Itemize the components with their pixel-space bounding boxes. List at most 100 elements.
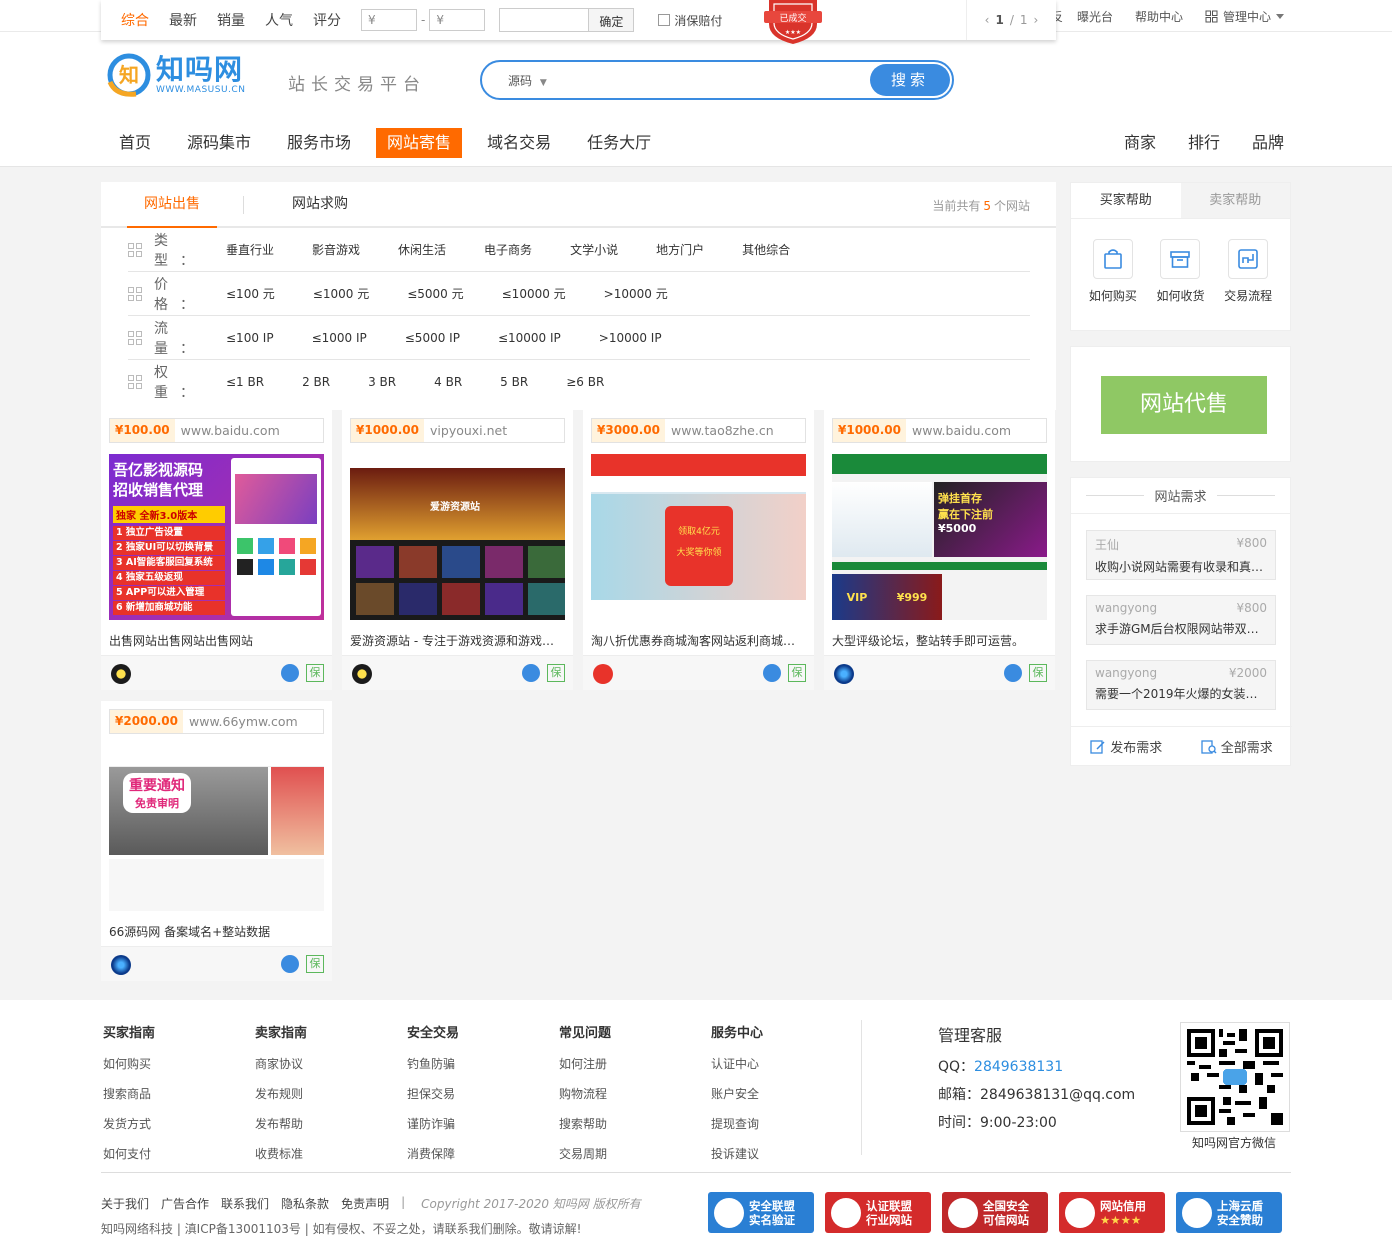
- listing-thumbnail[interactable]: 弹挂首存 赢在下注前 ¥5000 VIP ¥999: [832, 454, 1047, 620]
- filter-option[interactable]: 文学小说: [570, 241, 618, 258]
- footer-link[interactable]: 认证中心: [711, 1055, 763, 1072]
- guarantee-checkbox[interactable]: 消保赔付: [658, 12, 722, 29]
- search-input[interactable]: [562, 66, 862, 94]
- need-item[interactable]: 王仙 ¥800 收购小说网站需要有收录和真实流量: [1086, 530, 1276, 580]
- nav-ranking[interactable]: 排行: [1188, 128, 1220, 158]
- manage-center-menu[interactable]: 管理中心: [1205, 8, 1284, 25]
- footer-link[interactable]: 钓鱼防骗: [407, 1055, 459, 1072]
- filter-option[interactable]: ≤100 元: [226, 285, 275, 302]
- help-how-to-buy[interactable]: 如何购买: [1089, 239, 1137, 304]
- filter-option[interactable]: ≤10000 IP: [498, 331, 561, 345]
- footer-link[interactable]: 消费保障: [407, 1145, 459, 1162]
- sort-popularity[interactable]: 人气: [265, 10, 293, 30]
- top-link-exposure[interactable]: 曝光台: [1077, 8, 1113, 25]
- filter-option[interactable]: >10000 元: [604, 285, 668, 302]
- listing-title[interactable]: 大型评级论坛，整站转手即可运营。: [832, 632, 1047, 649]
- nav-service-market[interactable]: 服务市场: [276, 128, 362, 158]
- badge-yundun[interactable]: 上海云盾 安全赞助: [1176, 1192, 1282, 1233]
- listing-title[interactable]: 爱游资源站 - 专注于游戏资源和游戏源码: [350, 632, 565, 649]
- footer-link[interactable]: 交易周期: [559, 1145, 611, 1162]
- consign-button[interactable]: 网站代售: [1101, 376, 1267, 434]
- qq-number[interactable]: 2849638131: [974, 1059, 1063, 1075]
- footer-link[interactable]: 搜索商品: [103, 1085, 155, 1102]
- listing-title[interactable]: 66源码网 备案域名+整站数据: [109, 923, 324, 940]
- nav-site-consignment[interactable]: 网站寄售: [376, 128, 463, 158]
- filter-option[interactable]: 垂直行业: [226, 241, 274, 258]
- footer-link[interactable]: 收费标准: [255, 1145, 307, 1162]
- nav-brands[interactable]: 品牌: [1252, 128, 1284, 158]
- nav-home[interactable]: 首页: [108, 128, 162, 158]
- filter-option[interactable]: ≤1 BR: [226, 375, 264, 389]
- listing-domain[interactable]: vipyouxi.net: [430, 423, 507, 438]
- footer-link[interactable]: 发布规则: [255, 1085, 307, 1102]
- prev-page-icon[interactable]: ‹: [985, 13, 990, 27]
- seller-avatar[interactable]: [352, 664, 372, 684]
- filter-option[interactable]: 2 BR: [302, 375, 330, 389]
- footer-link[interactable]: 购物流程: [559, 1085, 611, 1102]
- confirm-button[interactable]: 确定: [589, 8, 635, 32]
- listing-card[interactable]: ¥1000.00 vipyouxi.net 爱游资源站 爱游资源站 - 专注于游戏…: [342, 410, 573, 690]
- tab-buy[interactable]: 网站求购: [292, 182, 348, 228]
- filter-option[interactable]: 3 BR: [368, 375, 396, 389]
- filter-option[interactable]: ≥6 BR: [566, 375, 604, 389]
- listing-thumbnail[interactable]: 领取4亿元 大奖等你领: [591, 454, 806, 620]
- nav-domain-trade[interactable]: 域名交易: [476, 128, 562, 158]
- help-how-to-receive[interactable]: 如何收货: [1156, 239, 1204, 304]
- listing-thumbnail[interactable]: 爱游资源站: [350, 454, 565, 620]
- sort-rating[interactable]: 评分: [313, 10, 341, 30]
- listing-domain[interactable]: www.tao8zhe.cn: [671, 423, 774, 438]
- listing-domain[interactable]: www.baidu.com: [181, 423, 280, 438]
- sort-keyword-input[interactable]: [499, 8, 590, 32]
- badge-trusted-site[interactable]: 全国安全 可信网站: [942, 1192, 1048, 1233]
- nav-task-hall[interactable]: 任务大厅: [576, 128, 662, 158]
- sort-sales[interactable]: 销量: [217, 10, 245, 30]
- footer-link[interactable]: 谨防诈骗: [407, 1115, 459, 1132]
- footer-link[interactable]: 发布帮助: [255, 1115, 307, 1132]
- listing-domain[interactable]: www.66ymw.com: [189, 714, 298, 729]
- seller-avatar[interactable]: [111, 955, 131, 975]
- tab-seller-help[interactable]: 卖家帮助: [1180, 183, 1290, 218]
- footer-link[interactable]: 提现查询: [711, 1115, 763, 1132]
- need-item[interactable]: wangyong ¥2000 需要一个2019年火爆的女装特卖网站: [1086, 660, 1276, 710]
- price-from-input[interactable]: ¥: [361, 9, 417, 31]
- tab-buyer-help[interactable]: 买家帮助: [1071, 183, 1181, 218]
- filter-option[interactable]: ≤1000 元: [313, 285, 369, 302]
- badge-safety-alliance[interactable]: 安全联盟 实名验证: [708, 1192, 814, 1233]
- footer-link[interactable]: 担保交易: [407, 1085, 459, 1102]
- listing-thumbnail[interactable]: 重要通知 免责审明: [109, 745, 324, 911]
- search-category-select[interactable]: 源码 ▼: [508, 72, 547, 89]
- filter-option[interactable]: 5 BR: [500, 375, 528, 389]
- listing-thumbnail[interactable]: 吾亿影视源码 招收销售代理 独家 全新3.0版本 1 独立广告设置 2 独家UI…: [109, 454, 324, 620]
- publish-need-button[interactable]: 发布需求: [1090, 737, 1162, 756]
- seller-avatar[interactable]: [593, 664, 613, 684]
- footer-bottom-link[interactable]: 免责声明: [341, 1195, 389, 1212]
- footer-link[interactable]: 如何购买: [103, 1055, 155, 1072]
- listing-card[interactable]: ¥2000.00 www.66ymw.com 重要通知 免责审明 66源码网 备案…: [101, 701, 332, 981]
- filter-option[interactable]: >10000 IP: [599, 331, 662, 345]
- filter-option[interactable]: ≤10000 元: [502, 285, 566, 302]
- filter-option[interactable]: 4 BR: [434, 375, 462, 389]
- footer-link[interactable]: 搜索帮助: [559, 1115, 611, 1132]
- seller-avatar[interactable]: [834, 664, 854, 684]
- top-link-help[interactable]: 帮助中心: [1135, 8, 1183, 25]
- filter-option[interactable]: 影音游戏: [312, 241, 360, 258]
- filter-option[interactable]: 地方门户: [656, 241, 704, 258]
- filter-option[interactable]: ≤1000 IP: [312, 331, 367, 345]
- nav-source-market[interactable]: 源码集市: [176, 128, 262, 158]
- all-needs-button[interactable]: 全部需求: [1201, 737, 1273, 756]
- listing-domain[interactable]: www.baidu.com: [912, 423, 1011, 438]
- badge-site-credit[interactable]: 网站信用 ★★★★: [1059, 1192, 1165, 1233]
- sort-newest[interactable]: 最新: [169, 10, 197, 30]
- listing-title[interactable]: 出售网站出售网站出售网站: [109, 632, 324, 649]
- sort-default[interactable]: 综合: [121, 10, 149, 30]
- footer-bottom-link[interactable]: 关于我们: [101, 1195, 149, 1212]
- nav-merchants[interactable]: 商家: [1124, 128, 1156, 158]
- footer-link[interactable]: 如何注册: [559, 1055, 611, 1072]
- site-logo[interactable]: 知 知吗网 WWW.MASUSU.CN: [106, 52, 245, 98]
- search-button[interactable]: 搜索: [870, 64, 950, 96]
- filter-option[interactable]: 其他综合: [742, 241, 790, 258]
- footer-link[interactable]: 投诉建议: [711, 1145, 763, 1162]
- filter-option[interactable]: 休闲生活: [398, 241, 446, 258]
- listing-card[interactable]: ¥100.00 www.baidu.com 吾亿影视源码 招收销售代理 独家 全新…: [101, 410, 332, 690]
- listing-card[interactable]: ¥1000.00 www.baidu.com 弹挂首存 赢在下注前 ¥5000 V…: [824, 410, 1055, 690]
